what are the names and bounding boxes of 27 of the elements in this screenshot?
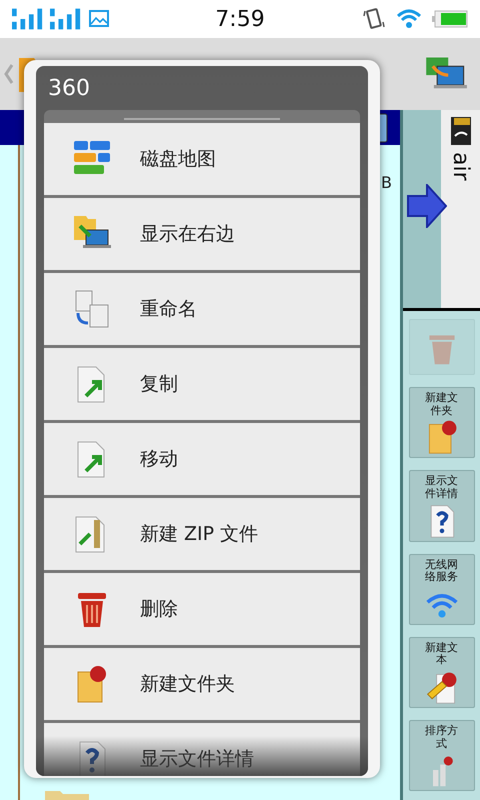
battery-icon [432,10,468,28]
menu-item[interactable]: 新建 ZIP 文件 [44,498,360,570]
sd-card-icon [448,116,472,146]
side-button[interactable]: 排序方式 [408,720,474,792]
folder-icon [44,790,90,800]
wifi-icon [396,9,422,29]
storage-name: air [448,152,473,181]
signal-icon [50,8,82,30]
side-button[interactable]: 新建文本 [408,636,474,708]
right-arrow-icon[interactable] [407,184,447,228]
vibrate-icon [362,7,386,31]
side-button[interactable]: 新建文件夹 [408,387,474,458]
menu-item[interactable]: 显示文件详情 [44,723,360,776]
menu-item[interactable]: 新建文件夹 [44,648,360,720]
clock-time: 7:59 [214,6,266,32]
menu-item[interactable]: 显示在右边 [44,198,360,270]
menu-item[interactable]: 删除 [44,573,360,645]
signal-icon [12,8,44,30]
side-button[interactable]: 无线网络服务 [408,554,474,625]
dialog-title: 360 [48,76,90,100]
image-icon [88,9,110,29]
side-button[interactable]: 显示文件详情 [408,470,474,542]
menu-item[interactable]: 磁盘地图 [44,123,360,195]
file-size-text: B [381,173,392,193]
menu-item[interactable]: 复制 [44,348,360,420]
menu-item[interactable]: 重命名 [44,273,360,345]
menu-item[interactable]: 移动 [44,423,360,495]
